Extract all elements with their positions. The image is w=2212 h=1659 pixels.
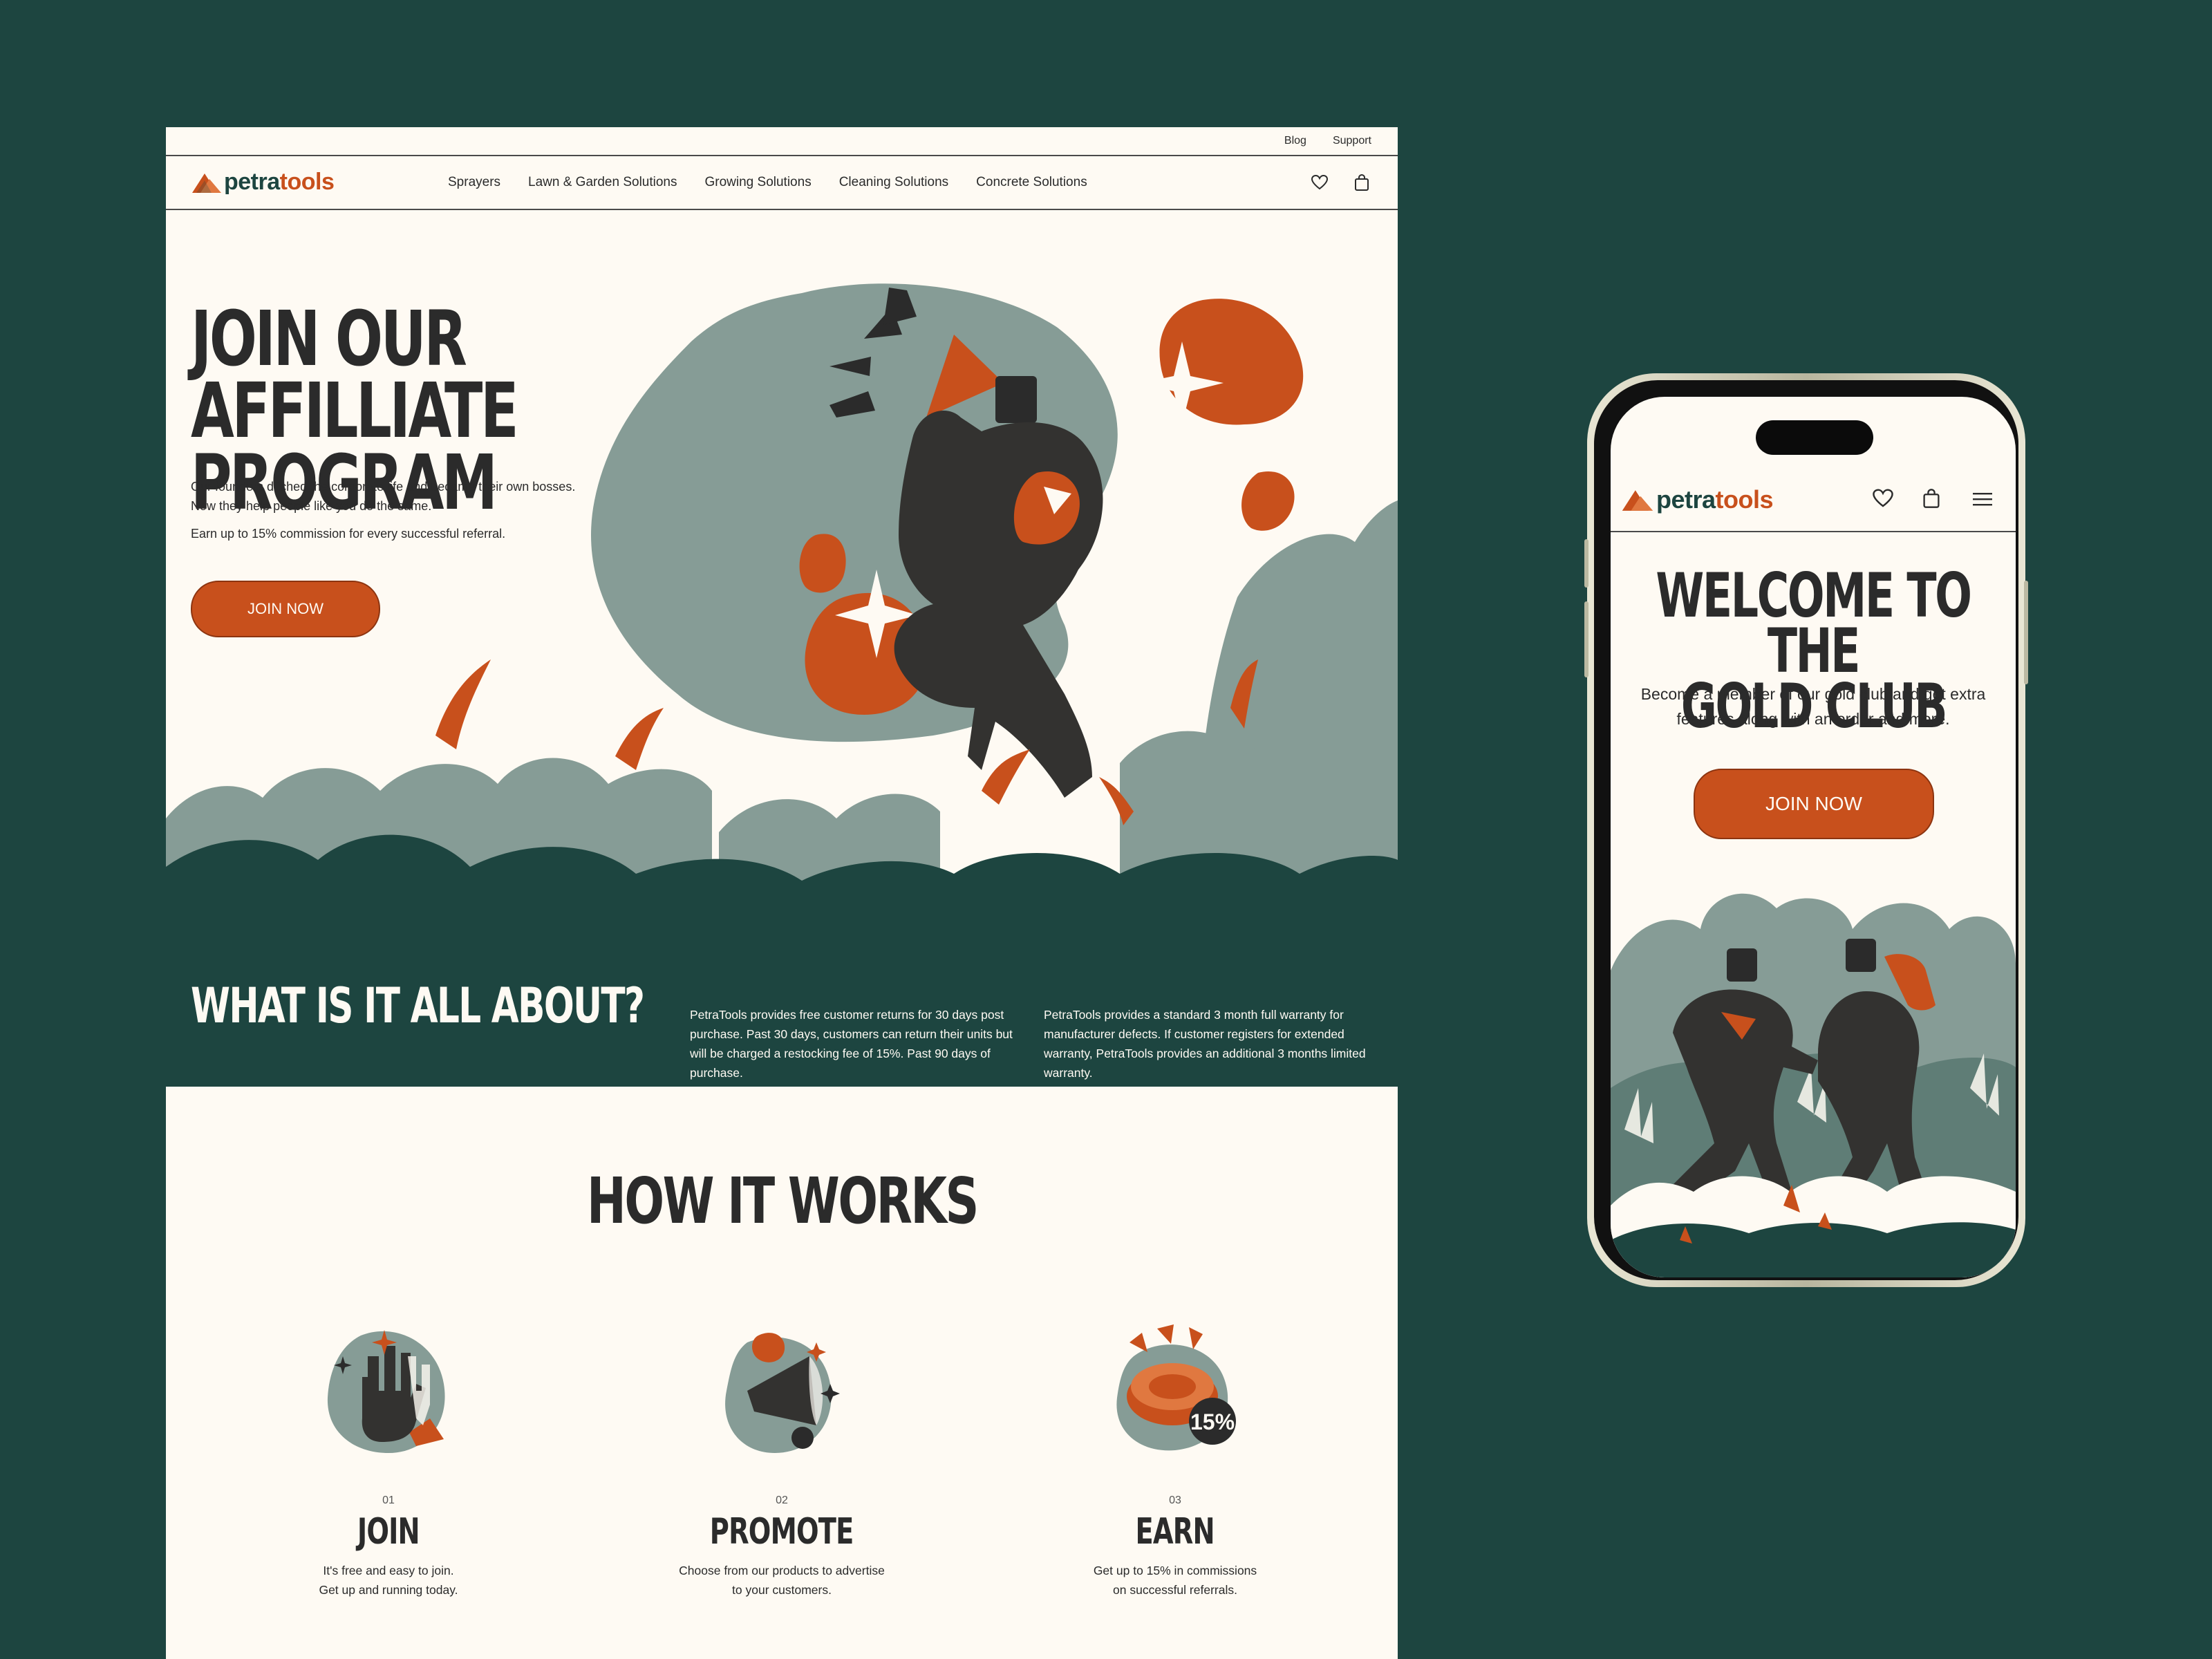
hero-section: JOIN OUR AFFILLIATE PROGRAM Our founders… (166, 210, 1398, 955)
step-title: JOIN (357, 1511, 420, 1553)
nav-item-concrete[interactable]: Concrete Solutions (976, 175, 1087, 190)
step-number: 01 (382, 1494, 395, 1506)
main-navbar: petratools Sprayers Lawn & Garden Soluti… (166, 156, 1398, 210)
phone-side-button (2024, 581, 2028, 684)
step-description: Choose from our products to advertise to… (679, 1564, 885, 1597)
phone-side-button (1584, 539, 1588, 588)
step-join: 01 JOIN It's free and easy to join. Get … (229, 1315, 547, 1600)
step-description: Get up to 15% in commissions on successf… (1093, 1564, 1257, 1597)
returns-text: PetraTools provides free customer return… (690, 1008, 1013, 1080)
coin-icon: 15% (1116, 1324, 1236, 1451)
mobile-phone-mockup: petratools WELCOME TO THE GOLD CLUB Beco… (1584, 373, 2028, 1287)
step-title: EARN (1135, 1511, 1215, 1553)
desktop-page: Blog Support petratools Sprayers Lawn & … (166, 127, 1398, 1659)
logo-mark-icon (1622, 490, 1653, 511)
mobile-logo[interactable]: petratools (1620, 485, 1774, 514)
nav-item-sprayers[interactable]: Sprayers (448, 175, 500, 190)
logo-text-petra: petra (224, 169, 280, 195)
step-description: It's free and easy to join. Get up and r… (319, 1564, 458, 1597)
menu-icon[interactable] (1971, 491, 1994, 507)
logo[interactable]: petratools (191, 169, 335, 196)
mobile-screen: petratools WELCOME TO THE GOLD CLUB Beco… (1611, 397, 2016, 1277)
step-number: 03 (1169, 1494, 1181, 1506)
about-title: WHAT IS IT ALL ABOUT? (191, 977, 645, 1034)
how-title: HOW IT WORKS (586, 1164, 979, 1238)
logo-mark-icon (192, 173, 221, 193)
utility-bar: Blog Support (166, 127, 1398, 156)
hero-description: Our founders ditched the corporate life … (191, 480, 576, 513)
heart-icon[interactable] (1872, 488, 1894, 509)
how-it-works-section: HOW IT WORKS 01 JOIN It's free and easy … (166, 1087, 1398, 1659)
hero-commission-text: Earn up to 15% commission for every succ… (191, 527, 506, 541)
about-section: WHAT IS IT ALL ABOUT? PetraTools provide… (166, 955, 1398, 1088)
logo-text-tools: tools (279, 169, 335, 195)
hand-icon (327, 1330, 445, 1453)
shopping-bag-icon[interactable] (1922, 488, 1941, 509)
nav-item-growing[interactable]: Growing Solutions (705, 175, 812, 190)
shopping-bag-icon[interactable] (1353, 174, 1370, 191)
logo-text-tools: tools (1715, 485, 1774, 514)
step-title: PROMOTE (710, 1511, 854, 1553)
mobile-header: petratools (1611, 463, 2016, 532)
step-number: 02 (776, 1494, 788, 1506)
gold-club-description: Become a member of our gold club and get… (1640, 685, 1986, 728)
phone-side-button (1584, 601, 1588, 677)
nav-item-cleaning[interactable]: Cleaning Solutions (839, 175, 948, 190)
join-now-button[interactable]: JOIN NOW (191, 581, 380, 637)
nav-menu: Sprayers Lawn & Garden Solutions Growing… (448, 156, 1087, 209)
logo-text-petra: petra (1656, 485, 1716, 514)
support-link[interactable]: Support (1333, 135, 1371, 147)
warranty-text: PetraTools provides a standard 3 month f… (1044, 1008, 1366, 1080)
heart-icon[interactable] (1311, 174, 1329, 191)
dynamic-island (1756, 420, 1873, 455)
mobile-join-now-button[interactable]: JOIN NOW (1694, 769, 1934, 839)
nav-icons (1311, 156, 1370, 209)
mobile-illustration (1611, 893, 2016, 1277)
nav-item-lawn-garden[interactable]: Lawn & Garden Solutions (528, 175, 677, 190)
step-earn: 15% 03 EARN Get up to 15% in commissions… (1016, 1315, 1334, 1600)
megaphone-icon (725, 1333, 840, 1453)
step-promote: 02 PROMOTE Choose from our products to a… (623, 1315, 941, 1600)
percent-badge: 15% (1190, 1409, 1235, 1434)
blog-link[interactable]: Blog (1284, 135, 1306, 147)
